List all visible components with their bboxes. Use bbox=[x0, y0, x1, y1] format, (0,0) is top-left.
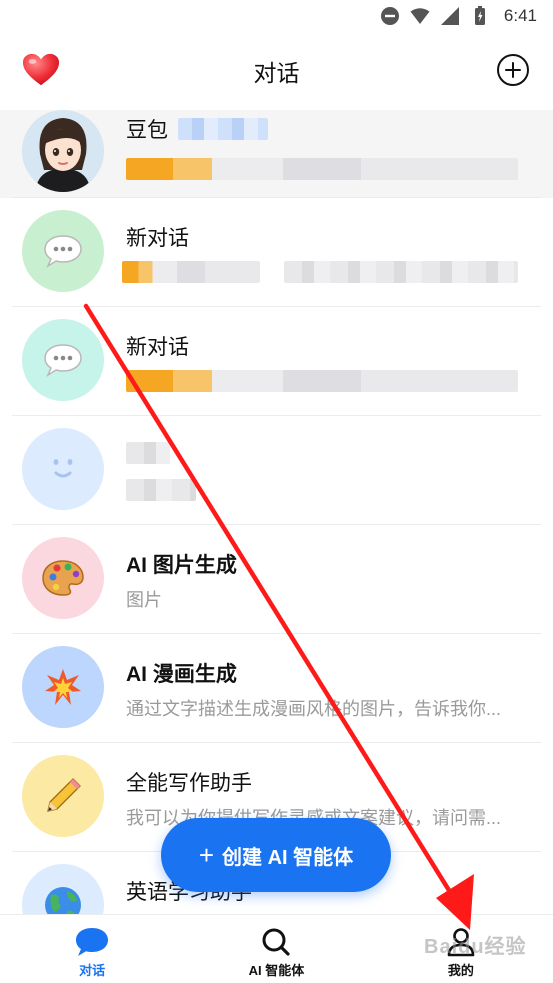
tab-ai-agents[interactable]: AI 智能体 bbox=[184, 915, 368, 983]
palette-icon bbox=[22, 537, 104, 619]
chat-name: 豆包 bbox=[126, 119, 168, 142]
pencil-icon bbox=[22, 755, 104, 837]
redacted-preview bbox=[126, 370, 518, 392]
redacted-name bbox=[126, 442, 170, 464]
redacted-preview bbox=[284, 261, 518, 283]
tab-chats[interactable]: 对话 bbox=[0, 915, 184, 983]
battery-icon bbox=[474, 6, 485, 25]
chat-item-new-chat-1[interactable]: 新对话 bbox=[0, 198, 553, 307]
heart-icon[interactable] bbox=[22, 52, 60, 88]
chat-name: 新对话 bbox=[126, 336, 189, 359]
avatar-doubao bbox=[22, 110, 104, 192]
chat-name: 新对话 bbox=[126, 227, 189, 250]
plus-icon: + bbox=[198, 840, 215, 870]
chat-name: AI 图片生成 bbox=[126, 554, 237, 577]
chat-preview: 图片 bbox=[126, 590, 162, 610]
chat-item-new-chat-2[interactable]: 新对话 bbox=[0, 307, 553, 416]
redacted-preview bbox=[126, 158, 518, 180]
create-ai-agent-button[interactable]: + 创建 AI 智能体 bbox=[161, 818, 391, 892]
redacted-preview bbox=[126, 479, 196, 501]
chat-name: AI 漫画生成 bbox=[126, 663, 237, 686]
add-chat-button[interactable] bbox=[497, 54, 529, 86]
page-title: 对话 bbox=[253, 60, 300, 86]
create-button-label: 创建 AI 智能体 bbox=[222, 846, 354, 869]
chat-bubble-icon bbox=[22, 210, 104, 292]
search-icon bbox=[262, 928, 291, 956]
wifi-icon bbox=[410, 8, 430, 24]
app-header: 对话 bbox=[0, 32, 553, 110]
nav-label: 我的 bbox=[447, 963, 474, 978]
chat-item-ai-comic[interactable]: AI 漫画生成 通过文字描述生成漫画风格的图片，告诉我你... bbox=[0, 634, 553, 743]
nav-label: 对话 bbox=[79, 963, 106, 978]
chat-item-redacted[interactable] bbox=[0, 416, 553, 525]
watermark: Baidu经验 bbox=[424, 936, 527, 958]
explosion-icon bbox=[22, 646, 104, 728]
chat-item-ai-image[interactable]: AI 图片生成 图片 bbox=[0, 525, 553, 634]
chat-preview: 通过文字描述生成漫画风格的图片，告诉我你... bbox=[126, 699, 502, 719]
chat-bubble-icon bbox=[76, 928, 109, 956]
doubao-character-avatar bbox=[22, 110, 104, 192]
chat-name: 全能写作助手 bbox=[126, 772, 252, 795]
nav-label: AI 智能体 bbox=[248, 963, 305, 978]
redacted-preview bbox=[122, 261, 260, 283]
signal-icon bbox=[440, 7, 459, 25]
chat-bubble-icon bbox=[22, 319, 104, 401]
status-time: 6:41 bbox=[503, 6, 537, 25]
status-bar: 6:41 bbox=[0, 0, 553, 32]
smiley-face-icon bbox=[22, 428, 104, 510]
redacted-text bbox=[178, 118, 268, 140]
do-not-disturb-icon bbox=[380, 7, 399, 25]
chat-item-doubao[interactable]: 豆包 bbox=[0, 110, 553, 198]
